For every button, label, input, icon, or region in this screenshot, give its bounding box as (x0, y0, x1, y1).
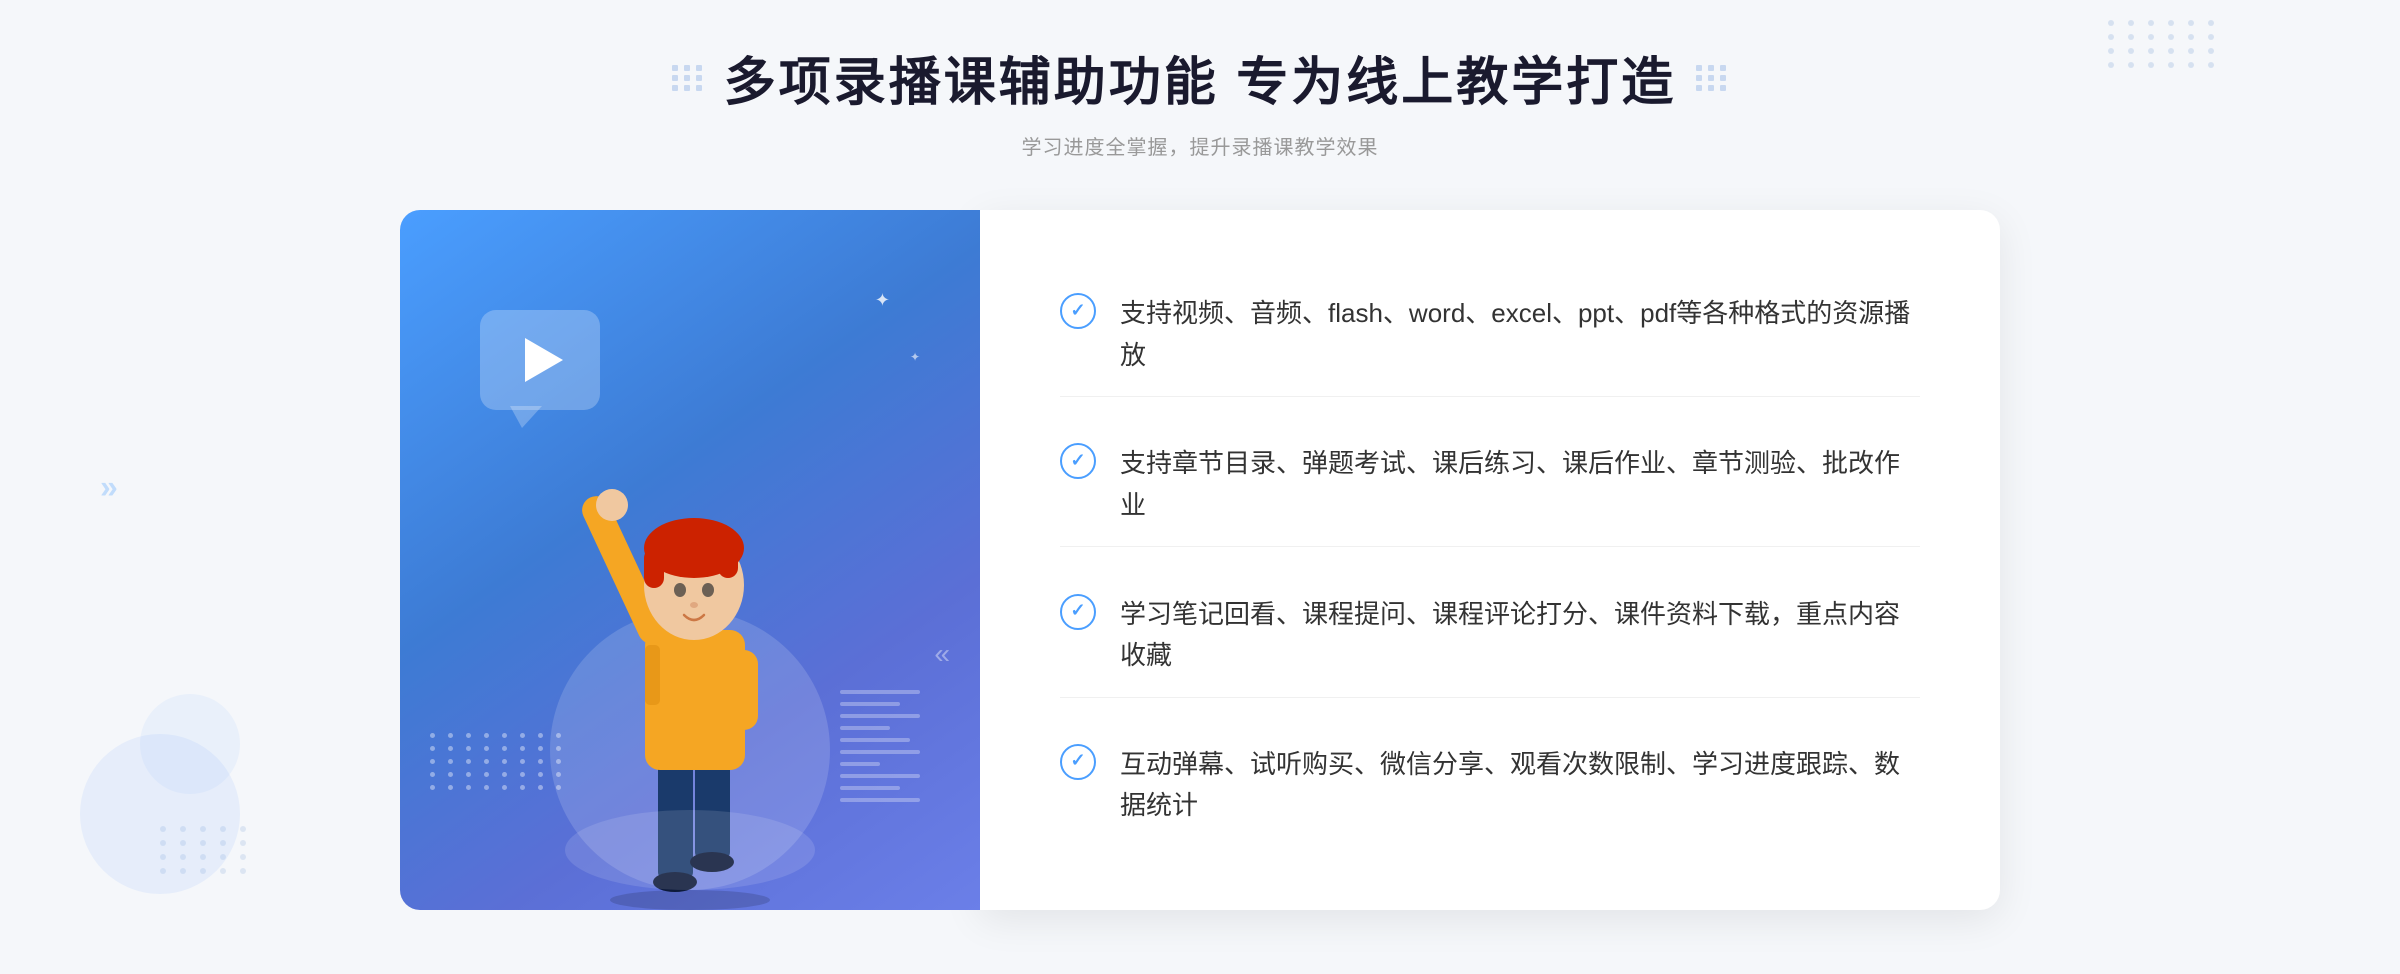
feature-item-3: ✓ 学习笔记回看、课程提问、课程评论打分、课件资料下载，重点内容收藏 (1060, 574, 1920, 698)
page-container: » 多项录播课辅助功能 专为线上教学打造 学习进度全掌握，提升录播课教学效果 (0, 0, 2400, 974)
feature-text-4: 互动弹幕、试听购买、微信分享、观看次数限制、学习进度跟踪、数据统计 (1120, 744, 1920, 827)
main-title-container: 多项录播课辅助功能 专为线上教学打造 (672, 40, 1728, 115)
title-dots-right (1696, 65, 1728, 91)
bg-circle-2 (140, 694, 240, 794)
title-dots-left (672, 65, 704, 91)
content-area: ✦ ✦ (400, 210, 2000, 910)
feature-item-2: ✓ 支持章节目录、弹题考试、课后练习、课后作业、章节测验、批改作业 (1060, 423, 1920, 547)
header-section: 多项录播课辅助功能 专为线上教学打造 学习进度全掌握，提升录播课教学效果 (672, 40, 1728, 160)
feature-text-2: 支持章节目录、弹题考试、课后练习、课后作业、章节测验、批改作业 (1120, 443, 1920, 526)
feature-item-1: ✓ 支持视频、音频、flash、word、excel、ppt、pdf等各种格式的… (1060, 273, 1920, 397)
check-circle-2: ✓ (1060, 443, 1096, 479)
check-circle-4: ✓ (1060, 744, 1096, 780)
left-arrows-decoration: » (100, 469, 118, 506)
floor-light (565, 810, 815, 890)
play-icon (525, 338, 563, 382)
star-decoration-2: ✦ (910, 350, 920, 364)
page-title: 多项录播课辅助功能 专为线上教学打造 (724, 40, 1676, 115)
check-mark-4: ✓ (1070, 750, 1085, 771)
check-mark-1: ✓ (1070, 300, 1085, 321)
page-subtitle: 学习进度全掌握，提升录播课教学效果 (672, 131, 1728, 160)
check-mark-2: ✓ (1070, 450, 1085, 471)
bg-dots-top-right (2108, 20, 2220, 68)
feature-item-4: ✓ 互动弹幕、试听购买、微信分享、观看次数限制、学习进度跟踪、数据统计 (1060, 724, 1920, 847)
star-decoration-1: ✦ (875, 290, 890, 311)
content-panel: ✓ 支持视频、音频、flash、word、excel、ppt、pdf等各种格式的… (980, 210, 2000, 910)
check-mark-3: ✓ (1070, 600, 1085, 621)
feature-text-3: 学习笔记回看、课程提问、课程评论打分、课件资料下载，重点内容收藏 (1120, 594, 1920, 677)
illustration-panel: ✦ ✦ (400, 210, 980, 910)
check-circle-3: ✓ (1060, 594, 1096, 630)
check-circle-1: ✓ (1060, 293, 1096, 329)
feature-text-1: 支持视频、音频、flash、word、excel、ppt、pdf等各种格式的资源… (1120, 293, 1920, 376)
illus-chevrons: « (934, 638, 950, 670)
